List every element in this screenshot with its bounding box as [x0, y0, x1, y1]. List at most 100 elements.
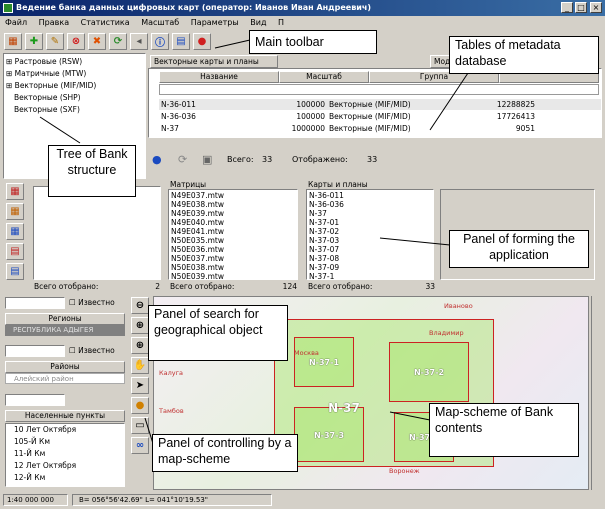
info-icon[interactable]: ⓘ [151, 33, 169, 50]
menu-file[interactable]: Файл [5, 18, 27, 27]
menu-statistics[interactable]: Статистика [81, 18, 130, 27]
grid-red-icon[interactable]: ▦ [6, 183, 24, 200]
menu-view[interactable]: Вид [250, 18, 266, 27]
table-row[interactable]: N-37 1000000 Векторные (MIF/MID) 9051 [159, 123, 601, 134]
filter-row[interactable] [159, 84, 599, 95]
place-label: Воронеж [389, 467, 420, 475]
callout-search: Panel of search for geographical object [148, 305, 288, 361]
binoculars-icon[interactable]: ∞ [131, 437, 149, 454]
sync-icon[interactable]: ⟳ [178, 152, 187, 168]
maximize-button[interactable]: □ [575, 2, 587, 13]
zoom-fit-icon[interactable]: ⊕ [131, 337, 149, 354]
menu-edit[interactable]: Правка [39, 18, 69, 27]
bulb-icon[interactable]: ● [131, 397, 149, 414]
callout-main-toolbar: Main toolbar [249, 30, 377, 54]
known-checkbox[interactable]: ☐ Известно [69, 298, 115, 307]
place-label: Москва [294, 349, 319, 357]
list-item[interactable]: 12-Й Км [6, 472, 124, 483]
search-input[interactable] [5, 297, 65, 309]
callout-control: Panel of controlling by a map-scheme [152, 434, 298, 472]
list-item[interactable]: 10 Лет Октября [6, 424, 124, 435]
tree-item[interactable]: ⊞ Растровые (RSW) [4, 56, 145, 67]
zoom-in-icon[interactable]: ⊕ [131, 317, 149, 334]
globe-icon[interactable]: ● [152, 152, 162, 168]
matrices-title: Матрицы [170, 180, 207, 189]
refresh-icon[interactable]: ⟳ [109, 33, 127, 50]
close-button[interactable]: × [590, 2, 602, 13]
map-cell[interactable]: N-37-1 [294, 337, 354, 387]
list-item[interactable]: N-37-1 [307, 271, 433, 279]
tree-item[interactable]: Векторные (SXF) [4, 104, 145, 115]
place-label: Калуга [159, 369, 183, 377]
place-label: Тамбов [159, 407, 184, 415]
grid-orange-icon[interactable]: ▦ [6, 203, 24, 220]
pointer-icon[interactable]: ➤ [131, 377, 149, 394]
left-total: Всего отобрано: 2 [34, 282, 160, 291]
table-row[interactable]: N-36-036 100000 Векторные (MIF/MID) 1772641… [159, 111, 601, 122]
region-row[interactable]: РЕСПУБЛИКА АДЫГЕЯ [5, 325, 125, 336]
menu-more[interactable]: П [278, 18, 284, 27]
map-cell[interactable]: N-37 [314, 382, 374, 432]
hand-icon[interactable]: ✋ [131, 357, 149, 374]
camera-icon[interactable]: ▣ [202, 152, 212, 168]
table-footer: ● ⟳ ▣ Всего: 33 Отображено: 33 [152, 152, 592, 168]
status-coords: B= 056°56'42.69" L= 041°10'19.53" [72, 494, 272, 506]
total-value: 33 [262, 155, 273, 164]
minimize-button[interactable]: _ [561, 2, 573, 13]
menu-parameters[interactable]: Параметры [191, 18, 239, 27]
place-label: Иваново [444, 302, 473, 310]
status-scale: 1:40 000 000 [3, 494, 68, 506]
list-item[interactable]: 11-Й Км [6, 448, 124, 459]
place-label: Владимир [429, 329, 464, 337]
callout-tables: Tables of metadata database [449, 36, 599, 74]
grid-blue-icon[interactable]: ▦ [6, 223, 24, 240]
menu-scale[interactable]: Масштаб [141, 18, 179, 27]
cross-icon[interactable]: ✖ [88, 33, 106, 50]
known-checkbox-2[interactable]: ☐ Известно [69, 346, 115, 355]
col-name[interactable]: Название [159, 71, 279, 83]
tab-vector-maps[interactable]: Векторные карты и планы [150, 55, 278, 68]
maps-title: Карты и планы [308, 180, 368, 189]
tree-item[interactable]: Векторные (SHP) [4, 92, 145, 103]
doc-red-icon[interactable]: ▤ [6, 243, 24, 260]
title-bar: Ведение банка данных цифровых карт (опер… [0, 0, 605, 16]
main-toolbar: ▦ ✚ ✎ ⊗ ✖ ⟳ ◂ ⓘ ▤ ● [4, 33, 211, 50]
table-row[interactable]: N-36-011 100000 Векторные (MIF/MID) 1228882… [159, 99, 601, 110]
map-cell[interactable]: N-37-2 [389, 342, 469, 402]
settlements-header: Населенные пункты [5, 410, 125, 422]
regions-header: Регионы [5, 313, 125, 325]
selected-left-list [33, 186, 161, 280]
add-icon[interactable]: ✚ [25, 33, 43, 50]
grid-icon[interactable]: ▦ [4, 33, 22, 50]
map-scrollbar[interactable] [591, 296, 603, 490]
metadata-table: Название Масштаб Группа N-36-011 100000 Ве… [148, 68, 602, 138]
shown-label: Отображено: [292, 155, 348, 164]
shown-value: 33 [367, 155, 378, 164]
settlements-list: 10 Лет Октября 105-Й Км 11-Й Км 12 Лет О… [5, 423, 125, 487]
maps-total: Всего отобрано: 33 [308, 282, 435, 291]
stop-icon[interactable]: ● [193, 33, 211, 50]
delete-icon[interactable]: ⊗ [67, 33, 85, 50]
matrices-list: N49E037.mtw N49E038.mtw N49E039.mtw N49E… [168, 189, 298, 280]
list-item[interactable]: 12 Лет Октября [6, 460, 124, 471]
tree-item[interactable]: ⊞ Векторные (MIF/MID) [4, 80, 145, 91]
col-scale[interactable]: Масштаб [279, 71, 369, 83]
separator-icon: ◂ [130, 33, 148, 50]
map-control-panel: ⊖ ⊕ ⊕ ✋ ➤ ● ▭ ∞ [131, 297, 149, 454]
list-item[interactable]: N50E039.mtw [169, 271, 297, 279]
tree-item[interactable]: ⊞ Матричные (MTW) [4, 68, 145, 79]
district-row[interactable]: Алейский район [5, 373, 125, 384]
matrices-total: Всего отобрано: 124 [170, 282, 297, 291]
list-item[interactable]: 105-Й Км [6, 436, 124, 447]
total-label: Всего: [227, 155, 254, 164]
district-search-input[interactable] [5, 345, 65, 357]
print-icon[interactable]: ▭ [131, 417, 149, 434]
doc-blue-icon[interactable]: ▤ [6, 263, 24, 280]
doc-icon[interactable]: ▤ [172, 33, 190, 50]
edit-icon[interactable]: ✎ [46, 33, 64, 50]
app-icon [3, 3, 13, 13]
maps-list: N-36-011 N-36-036 N-37 N-37-01 N-37-02 N… [306, 189, 434, 280]
settlement-search-input[interactable] [5, 394, 65, 406]
districts-header: Районы [5, 361, 125, 373]
zoom-out-icon[interactable]: ⊖ [131, 297, 149, 314]
